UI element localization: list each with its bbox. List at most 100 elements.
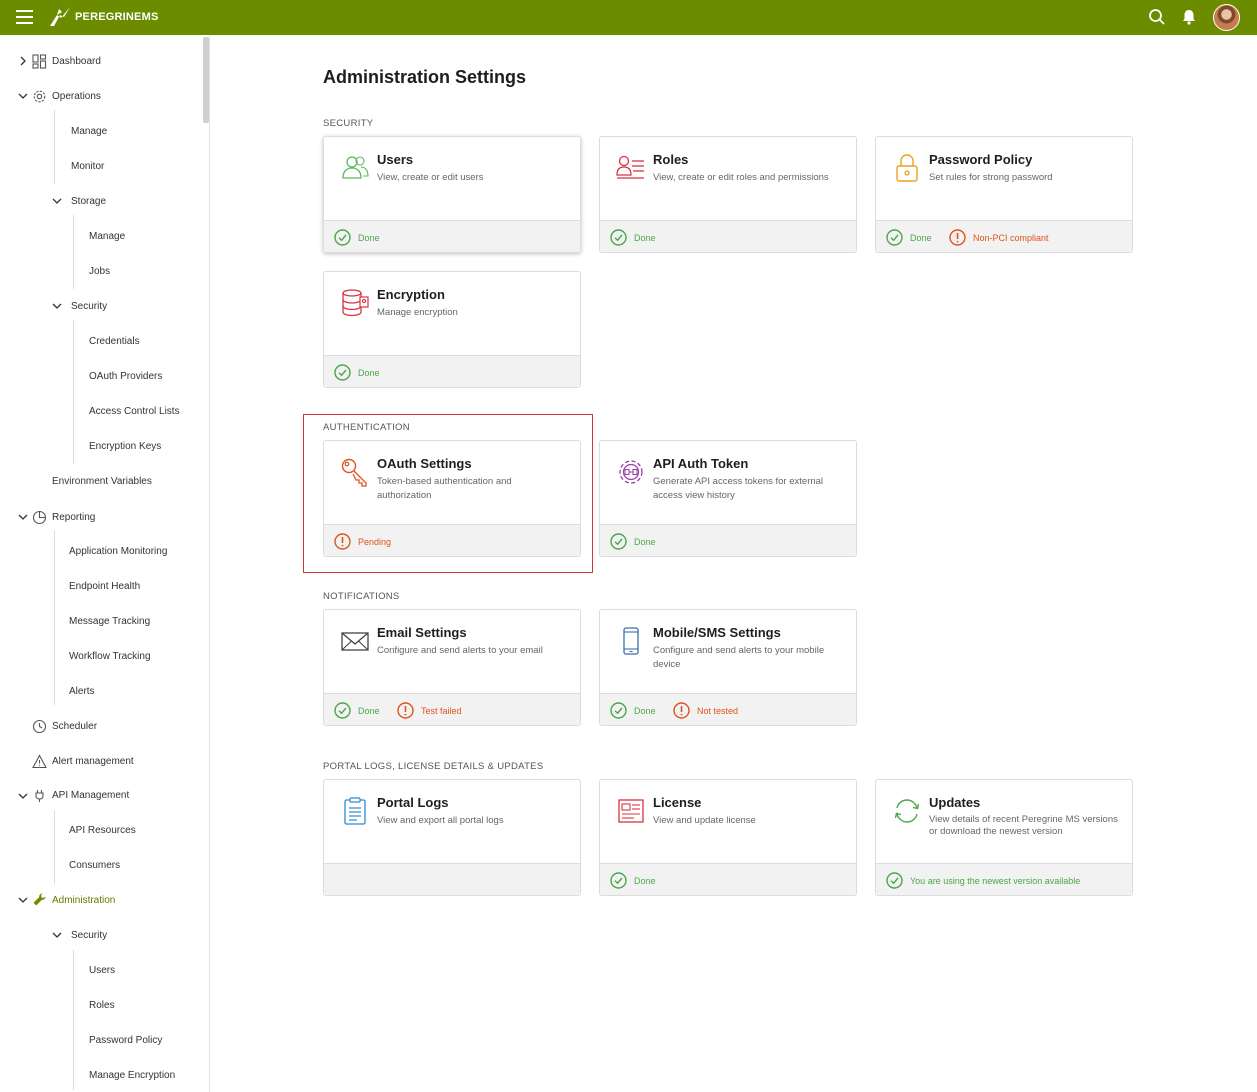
card-footer: Done: [324, 355, 580, 387]
sidebar-item-app-monitoring[interactable]: Application Monitoring: [69, 546, 167, 557]
card-encryption[interactable]: Encryption Manage encryption Done: [323, 271, 581, 388]
sidebar-item-workflow-tracking[interactable]: Workflow Tracking: [69, 651, 151, 662]
hamburger-icon[interactable]: [16, 10, 33, 24]
sidebar-item-reporting[interactable]: Reporting: [52, 512, 95, 523]
status-text: Done: [358, 367, 380, 378]
card-title: License: [653, 795, 702, 810]
sidebar-item-admin-manage-encryption[interactable]: Manage Encryption: [89, 1070, 175, 1081]
sidebar-item-administration[interactable]: Administration: [52, 895, 115, 906]
sidebar-item-endpoint-health[interactable]: Endpoint Health: [69, 581, 140, 592]
envelope-icon: [341, 632, 369, 651]
sidebar-item-admin-roles[interactable]: Roles: [89, 1000, 115, 1011]
sidebar-item-consumers[interactable]: Consumers: [69, 860, 120, 871]
status-done: Done: [334, 229, 380, 246]
card-description: View and export all portal logs: [377, 815, 504, 826]
card-description: Manage encryption: [377, 307, 458, 318]
status-warning: Not tested: [673, 702, 738, 719]
clock-icon: [32, 719, 47, 734]
mobile-phone-icon: [623, 627, 639, 655]
chevron-down-icon[interactable]: [52, 196, 62, 206]
card-footer: Done: [600, 524, 856, 556]
card-title: Portal Logs: [377, 795, 449, 810]
tree-line: [73, 215, 74, 289]
brand-logo[interactable]: PEREGRINEMS: [48, 5, 159, 29]
card-users[interactable]: Users View, create or edit users Done: [323, 136, 581, 253]
bell-icon[interactable]: [1180, 8, 1198, 26]
status-text: You are using the newest version availab…: [910, 875, 1081, 886]
chevron-down-icon[interactable]: [18, 791, 28, 801]
warning-text: Test failed: [421, 705, 462, 716]
falcon-logo-icon: [50, 7, 70, 26]
chevron-down-icon[interactable]: [52, 930, 62, 940]
sidebar-item-oauth-providers[interactable]: OAuth Providers: [89, 371, 162, 382]
sidebar-item-storage-jobs[interactable]: Jobs: [89, 266, 110, 277]
sidebar-item-operations[interactable]: Operations: [52, 91, 101, 102]
card-title: Encryption: [377, 287, 445, 302]
sidebar-item-admin-security[interactable]: Security: [71, 930, 107, 941]
warning-text: Non-PCI compliant: [973, 232, 1049, 243]
search-icon[interactable]: [1148, 8, 1166, 26]
card-api-auth-token[interactable]: API Auth Token Generate API access token…: [599, 440, 857, 557]
sidebar-item-api-resources[interactable]: API Resources: [69, 825, 136, 836]
card-title: OAuth Settings: [377, 456, 472, 471]
card-title: Email Settings: [377, 625, 467, 640]
card-password-policy[interactable]: Password Policy Set rules for strong pas…: [875, 136, 1133, 253]
card-title: API Auth Token: [653, 456, 749, 471]
card-mobile-sms-settings[interactable]: Mobile/SMS Settings Configure and send a…: [599, 609, 857, 726]
warning-triangle-icon: [32, 754, 47, 769]
card-roles[interactable]: Roles View, create or edit roles and per…: [599, 136, 857, 253]
sidebar-item-storage-manage[interactable]: Manage: [89, 231, 125, 242]
dashboard-icon: [32, 54, 47, 69]
user-avatar[interactable]: [1213, 4, 1240, 31]
tree-line: [54, 530, 55, 705]
section-label-portal: PORTAL LOGS, LICENSE DETAILS & UPDATES: [323, 761, 544, 772]
chevron-down-icon[interactable]: [18, 91, 28, 101]
status-done: Done: [610, 533, 656, 550]
status-done: Done: [610, 702, 656, 719]
plug-icon: [35, 790, 44, 802]
status-text: Done: [634, 232, 656, 243]
sidebar-scrollbar[interactable]: [203, 37, 209, 123]
tree-line: [54, 110, 55, 184]
check-circle-icon: [886, 872, 903, 889]
card-portal-logs[interactable]: Portal Logs View and export all portal l…: [323, 779, 581, 896]
sidebar-item-alerts[interactable]: Alerts: [69, 686, 95, 697]
card-description: View, create or edit users: [377, 172, 484, 183]
sidebar-item-storage[interactable]: Storage: [71, 196, 106, 207]
sidebar-item-alert-management[interactable]: Alert management: [52, 756, 134, 767]
sidebar-item-admin-password-policy[interactable]: Password Policy: [89, 1035, 162, 1046]
card-updates[interactable]: Updates View details of recent Peregrine…: [875, 779, 1133, 896]
chevron-down-icon[interactable]: [18, 512, 28, 522]
sidebar-item-message-tracking[interactable]: Message Tracking: [69, 616, 150, 627]
status-done: Done: [886, 229, 932, 246]
sidebar-item-dashboard[interactable]: Dashboard: [52, 56, 101, 67]
chevron-down-icon[interactable]: [18, 895, 28, 905]
chevron-down-icon[interactable]: [52, 301, 62, 311]
sidebar-item-env-vars[interactable]: Environment Variables: [52, 476, 152, 487]
status-text: Done: [358, 705, 380, 716]
sidebar-item-scheduler[interactable]: Scheduler: [52, 721, 97, 732]
card-footer: Done Not tested: [600, 693, 856, 725]
card-title: Password Policy: [929, 152, 1033, 167]
status-up-to-date: You are using the newest version availab…: [886, 872, 1080, 889]
top-bar: PEREGRINEMS: [0, 0, 1257, 35]
chevron-right-icon[interactable]: [18, 56, 28, 66]
refresh-icon: [894, 799, 920, 823]
sidebar-item-encryption-keys[interactable]: Encryption Keys: [89, 441, 161, 452]
sidebar-item-ops-monitor[interactable]: Monitor: [71, 161, 104, 172]
sidebar-item-api-management[interactable]: API Management: [52, 790, 129, 801]
card-license[interactable]: License View and update license Done: [599, 779, 857, 896]
license-certificate-icon: [618, 799, 644, 823]
card-oauth-settings[interactable]: OAuth Settings Token-based authenticatio…: [323, 440, 581, 557]
sidebar-item-ops-manage[interactable]: Manage: [71, 126, 107, 137]
sidebar-item-credentials[interactable]: Credentials: [89, 336, 140, 347]
sidebar-item-acl[interactable]: Access Control Lists: [89, 406, 180, 417]
card-email-settings[interactable]: Email Settings Configure and send alerts…: [323, 609, 581, 726]
exclamation-circle-icon: [949, 229, 966, 246]
check-circle-icon: [610, 229, 627, 246]
card-description: View, create or edit roles and permissio…: [653, 172, 829, 183]
pie-chart-icon: [32, 510, 47, 525]
sidebar-item-admin-users[interactable]: Users: [89, 965, 115, 976]
users-icon: [342, 156, 369, 179]
sidebar-item-security[interactable]: Security: [71, 301, 107, 312]
